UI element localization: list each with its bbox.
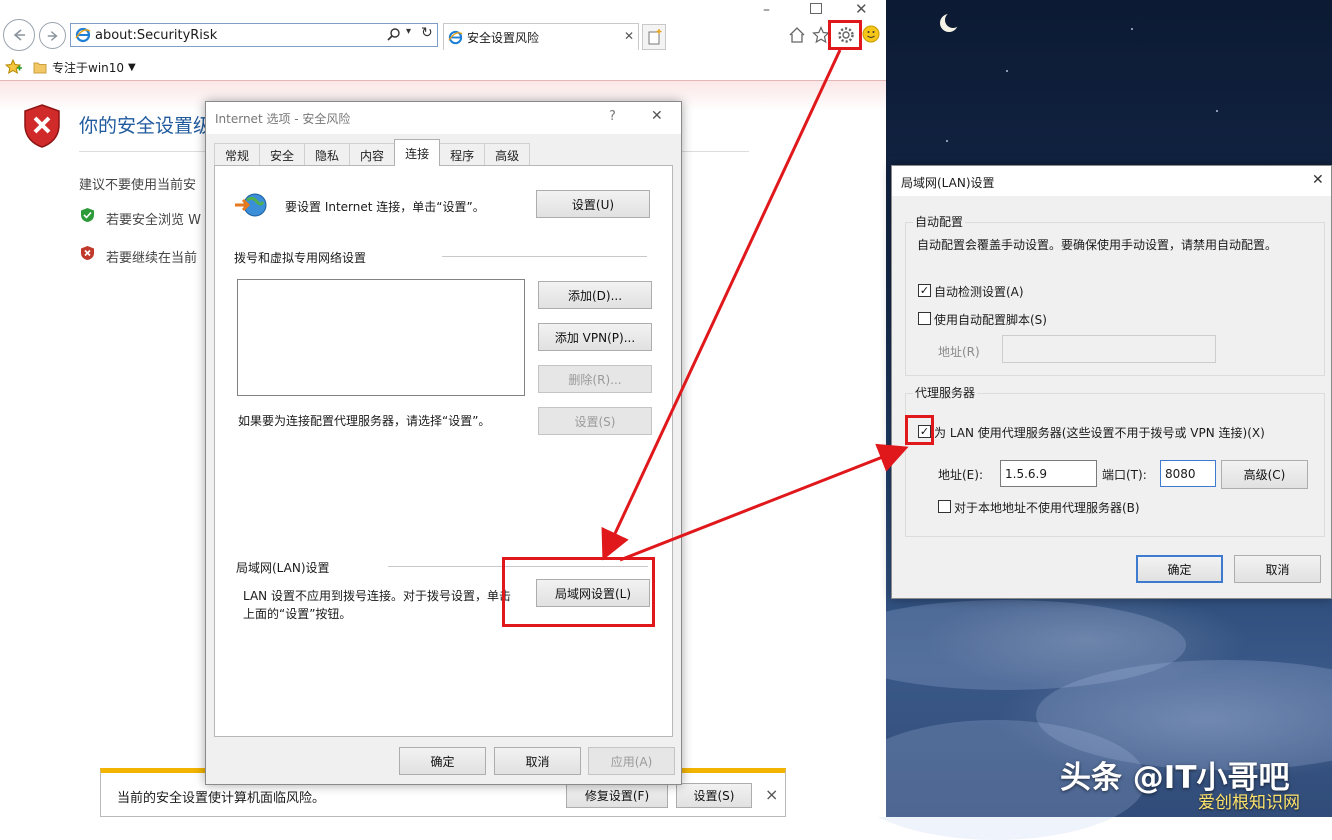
bypass-local-checkbox[interactable] (938, 500, 951, 513)
forward-button[interactable] (39, 22, 66, 49)
port-input[interactable]: 8080 (1160, 460, 1216, 487)
bypass-local-label[interactable]: 对于本地地址不使用代理服务器(B) (954, 499, 1140, 516)
auto-config-heading: 自动配置 (913, 213, 966, 230)
connections-list[interactable] (237, 279, 525, 396)
tab-title: 安全设置风险 (467, 30, 540, 45)
help-button[interactable]: ? (609, 109, 616, 124)
close-button[interactable]: ✕ (1312, 172, 1324, 188)
shield-error-icon (80, 245, 95, 261)
minimize-button[interactable]: – (763, 2, 781, 18)
close-button[interactable]: ✕ (651, 108, 663, 124)
dialog-titlebar: 局域网(LAN)设置 ✕ (892, 166, 1331, 196)
notification-message: 当前的安全设置使计算机面临风险。 (117, 791, 326, 806)
shield-ok-icon (80, 207, 95, 223)
tab-connections[interactable]: 连接 (394, 139, 441, 166)
internet-options-dialog: Internet 选项 - 安全风险 ? ✕ 常规 安全 隐私 内容 连接 程序… (205, 101, 682, 785)
connections-panel: 要设置 Internet 连接，单击“设置”。 设置(U) 拨号和虚拟专用网络设… (214, 165, 673, 737)
fix-settings-button[interactable]: 修复设置(F) (566, 783, 668, 808)
auto-config-description: 自动配置会覆盖手动设置。要确保使用手动设置，请禁用自动配置。 (917, 238, 1278, 252)
refresh-icon[interactable]: ↻ (421, 25, 433, 41)
tab-security-risk[interactable]: 安全设置风险 ✕ (443, 23, 639, 50)
home-icon[interactable] (788, 26, 806, 44)
close-window-button[interactable]: ✕ (855, 0, 871, 18)
dialog-title: 局域网(LAN)设置 (901, 176, 995, 190)
folder-icon (33, 61, 47, 74)
chevron-down-icon[interactable]: ▼ (128, 62, 136, 73)
tab-programs[interactable]: 程序 (439, 143, 486, 166)
auto-detect-checkbox[interactable]: ✓ (918, 284, 931, 297)
lan-text: LAN 设置不应用到拨号连接。对于拨号设置，单击 (243, 589, 511, 603)
proxy-heading: 代理服务器 (913, 384, 978, 401)
divider (442, 256, 647, 257)
arrow-left-icon (13, 29, 25, 41)
cancel-button[interactable]: 取消 (1234, 555, 1321, 583)
settings-button[interactable]: 设置(S) (676, 783, 752, 808)
page-item[interactable]: 若要继续在当前 (106, 247, 197, 266)
ok-button[interactable]: 确定 (1136, 555, 1223, 583)
use-proxy-label[interactable]: 为 LAN 使用代理服务器(这些设置不用于拨号或 VPN 连接)(X) (934, 424, 1265, 441)
search-icon[interactable] (387, 27, 401, 41)
use-script-label[interactable]: 使用自动配置脚本(S) (934, 311, 1047, 328)
lan-settings-dialog: 局域网(LAN)设置 ✕ 自动配置 自动配置会覆盖手动设置。要确保使用手动设置，… (891, 165, 1332, 599)
advanced-button[interactable]: 高级(C) (1221, 460, 1308, 489)
new-tab-icon (648, 29, 662, 45)
dialog-title: Internet 选项 - 安全风险 (215, 112, 351, 126)
lan-text: 上面的“设置”按钮。 (243, 607, 352, 621)
proxy-address-label: 地址(E): (938, 468, 983, 482)
script-address-label: 地址(R) (938, 345, 980, 359)
lan-heading: 局域网(LAN)设置 (236, 561, 330, 575)
back-button[interactable] (3, 19, 35, 51)
new-tab-button[interactable] (642, 24, 666, 50)
tab-privacy[interactable]: 隐私 (304, 143, 351, 166)
ok-button[interactable]: 确定 (399, 747, 486, 775)
dialog-titlebar: Internet 选项 - 安全风险 ? ✕ (206, 102, 681, 134)
address-bar[interactable]: about:SecurityRisk ▾ ↻ (70, 23, 438, 47)
page-heading: 你的安全设置级 (79, 115, 213, 137)
page-line: 建议不要使用当前安 (79, 178, 197, 193)
settings-button[interactable]: 设置(S) (538, 407, 652, 435)
add-vpn-button[interactable]: 添加 VPN(P)... (538, 323, 652, 351)
annotation-highlight-proxy-checkbox (905, 415, 934, 445)
port-label: 端口(T): (1102, 468, 1147, 482)
tab-strip: 常规 安全 隐私 内容 连接 程序 高级 (214, 139, 531, 166)
favorites-bar: 专注于win10 ▼ (0, 54, 886, 80)
close-tab-icon[interactable]: ✕ (624, 29, 634, 43)
smiley-icon[interactable] (862, 25, 880, 43)
ie-logo-icon (448, 30, 463, 45)
ie-logo-icon (75, 27, 91, 43)
arrow-right-icon (47, 30, 58, 41)
add-button[interactable]: 添加(D)... (538, 281, 652, 309)
setup-text: 要设置 Internet 连接，单击“设置”。 (285, 200, 485, 214)
tab-content[interactable]: 内容 (349, 143, 396, 166)
proxy-hint: 如果要为连接配置代理服务器，请选择“设置”。 (238, 414, 491, 428)
cancel-button[interactable]: 取消 (494, 747, 581, 775)
dialup-heading: 拨号和虚拟专用网络设置 (234, 251, 367, 265)
page-item[interactable]: 若要安全浏览 W (106, 209, 201, 228)
favorites-center-icon[interactable] (5, 59, 23, 75)
tab-security[interactable]: 安全 (259, 143, 306, 166)
tab-advanced[interactable]: 高级 (484, 143, 531, 166)
annotation-highlight-gear (828, 20, 862, 50)
use-script-checkbox[interactable] (918, 312, 931, 325)
remove-button[interactable]: 删除(R)... (538, 365, 652, 393)
maximize-button[interactable] (810, 3, 822, 14)
moon-icon (938, 12, 960, 34)
security-shield-icon (22, 103, 62, 149)
tab-general[interactable]: 常规 (214, 143, 261, 166)
script-address-input[interactable] (1002, 335, 1216, 363)
apply-button[interactable]: 应用(A) (588, 747, 675, 775)
favorites-item[interactable]: 专注于win10 (52, 59, 124, 76)
setup-button[interactable]: 设置(U) (536, 190, 650, 218)
close-icon[interactable]: × (765, 785, 778, 804)
annotation-highlight-lan-button (502, 557, 655, 627)
chevron-down-icon[interactable]: ▾ (406, 26, 411, 37)
network-globe-icon (233, 190, 269, 220)
proxy-address-input[interactable]: 1.5.6.9 (1000, 460, 1097, 487)
auto-detect-label[interactable]: 自动检测设置(A) (934, 283, 1024, 300)
address-text[interactable]: about:SecurityRisk (95, 28, 217, 43)
watermark-subtext: 爱创根知识网 (1198, 793, 1300, 813)
